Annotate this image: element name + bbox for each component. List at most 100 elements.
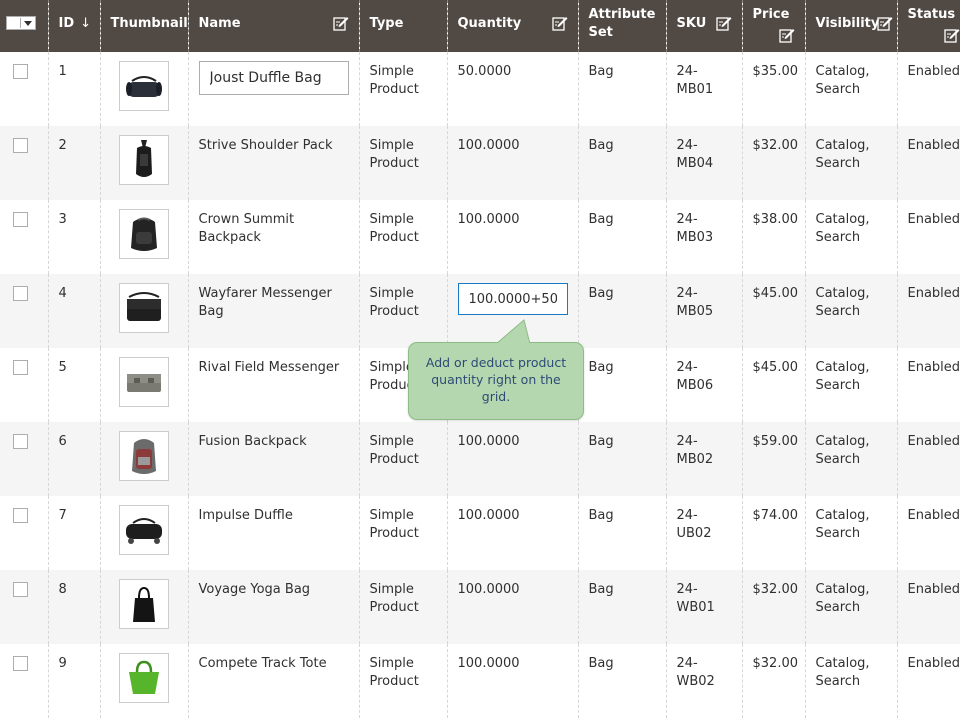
- column-header-name[interactable]: Name: [187, 0, 359, 52]
- type-cell: Simple Product: [358, 52, 447, 126]
- row-checkbox[interactable]: [13, 434, 28, 449]
- row-select-cell: [0, 274, 48, 348]
- quantity-cell: 100.0000: [446, 126, 578, 200]
- name-cell[interactable]: Compete Track Tote: [187, 644, 359, 718]
- edit-icon[interactable]: [944, 27, 960, 43]
- price-cell: $74.00: [741, 496, 805, 570]
- row-checkbox[interactable]: [13, 656, 28, 671]
- row-checkbox[interactable]: [13, 360, 28, 375]
- column-header-status[interactable]: Status: [896, 0, 960, 52]
- price-cell: $38.00: [741, 200, 805, 274]
- column-header-thumbnail[interactable]: Thumbnail: [99, 0, 188, 52]
- field-messenger-icon[interactable]: [118, 357, 169, 407]
- sort-descending-icon: ↓: [80, 16, 92, 31]
- visibility-line1: Catalog,: [815, 360, 870, 375]
- mass-select-dropdown[interactable]: [6, 16, 36, 30]
- status-cell: Enabled: [896, 644, 960, 718]
- visibility-line2: Search: [815, 599, 861, 615]
- shoulder-pack-icon[interactable]: [118, 135, 169, 185]
- attribute-set-cell: Bag: [577, 348, 666, 422]
- price-cell: $59.00: [741, 422, 805, 496]
- visibility-line1: Catalog,: [815, 656, 870, 671]
- column-label-attribute-set-line1: Attribute: [588, 7, 656, 22]
- table-row[interactable]: 2 Strive Shoulder Pack Simple Product 100…: [0, 126, 960, 200]
- tote-bag-icon[interactable]: [118, 579, 169, 629]
- visibility-line1: Catalog,: [815, 138, 870, 153]
- attribute-set-cell: Bag: [577, 644, 666, 718]
- id-cell: 9: [47, 644, 100, 718]
- row-select-cell: [0, 496, 48, 570]
- visibility-line1: Catalog,: [815, 286, 870, 301]
- edit-icon[interactable]: [715, 15, 732, 31]
- thumbnail-cell: [99, 274, 188, 348]
- column-header-visibility[interactable]: Visibility: [804, 0, 897, 52]
- visibility-line1: Catalog,: [815, 212, 870, 227]
- column-label-quantity: Quantity: [457, 16, 522, 31]
- name-cell[interactable]: Voyage Yoga Bag: [187, 570, 359, 644]
- visibility-line1: Catalog,: [815, 508, 870, 523]
- column-header-quantity[interactable]: Quantity: [446, 0, 578, 52]
- edit-icon[interactable]: [551, 15, 568, 31]
- messenger-bag-icon[interactable]: [118, 283, 169, 333]
- row-checkbox[interactable]: [13, 508, 28, 523]
- row-checkbox[interactable]: [13, 138, 28, 153]
- row-checkbox[interactable]: [13, 64, 28, 79]
- table-row[interactable]: 3 Crown Summit Backpack Simple Product 10…: [0, 200, 960, 274]
- column-label-price: Price: [752, 7, 790, 22]
- mass-action-header: [0, 0, 48, 52]
- name-cell[interactable]: Strive Shoulder Pack: [187, 126, 359, 200]
- visibility-line2: Search: [815, 673, 861, 689]
- name-cell[interactable]: Impulse Duffle: [187, 496, 359, 570]
- column-header-sku[interactable]: SKU: [665, 0, 742, 52]
- column-label-sku: SKU: [676, 16, 707, 31]
- type-line1: Simple: [369, 138, 414, 153]
- rolling-duffle-icon[interactable]: [118, 505, 169, 555]
- thumbnail-cell: [99, 200, 188, 274]
- green-tote-icon[interactable]: [118, 653, 169, 703]
- type-cell: Simple Product: [358, 570, 447, 644]
- attribute-set-cell: Bag: [577, 274, 666, 348]
- visibility-cell: Catalog, Search: [804, 570, 897, 644]
- table-row[interactable]: 6 Fusion Backpack Simple Product 100.0000…: [0, 422, 960, 496]
- thumbnail-cell: [99, 126, 188, 200]
- column-header-type[interactable]: Type: [358, 0, 447, 52]
- column-header-id[interactable]: ID ↓: [47, 0, 100, 52]
- select-all-checkbox[interactable]: [8, 18, 21, 28]
- name-cell[interactable]: Crown Summit Backpack: [187, 200, 359, 274]
- type-line2: Product: [369, 599, 419, 615]
- row-checkbox[interactable]: [13, 286, 28, 301]
- name-line2: Bag: [198, 303, 224, 319]
- sku-cell: 24-UB02: [665, 496, 742, 570]
- name-inline-input[interactable]: [198, 61, 349, 95]
- tooltip-pointer: [494, 319, 534, 345]
- backpack-icon[interactable]: [118, 209, 169, 259]
- row-checkbox[interactable]: [13, 212, 28, 227]
- visibility-line2: Search: [815, 303, 861, 319]
- type-cell: Simple Product: [358, 200, 447, 274]
- table-row[interactable]: 8 Voyage Yoga Bag Simple Product 100.0000…: [0, 570, 960, 644]
- fusion-backpack-icon[interactable]: [118, 431, 169, 481]
- edit-icon[interactable]: [332, 15, 349, 31]
- table-row[interactable]: 9 Compete Track Tote Simple Product 100.0…: [0, 644, 960, 718]
- column-header-attribute-set[interactable]: Attribute Set: [577, 0, 666, 52]
- row-checkbox[interactable]: [13, 582, 28, 597]
- name-cell[interactable]: Rival Field Messenger: [187, 348, 359, 422]
- sku-cell: 24-MB01: [665, 52, 742, 126]
- edit-icon[interactable]: [876, 15, 893, 31]
- type-line2: Product: [369, 451, 419, 467]
- price-cell: $32.00: [741, 644, 805, 718]
- name-cell[interactable]: Fusion Backpack: [187, 422, 359, 496]
- name-cell[interactable]: Wayfarer Messenger Bag: [187, 274, 359, 348]
- column-header-price[interactable]: Price: [741, 0, 805, 52]
- table-row[interactable]: 4 Wayfarer Messenger Bag Simple Product Ba…: [0, 274, 960, 348]
- table-row[interactable]: 1 Simple Product 50.0000 Bag 24-MB01 $35.…: [0, 52, 960, 126]
- quantity-cell: 100.0000: [446, 644, 578, 718]
- grid-header-row: ID ↓ Thumbnail Name Type Quantity Attribu…: [0, 0, 960, 52]
- quantity-help-tooltip: Add or deduct product quantity right on …: [408, 319, 584, 420]
- quantity-inline-input[interactable]: [457, 283, 568, 315]
- table-row[interactable]: 7 Impulse Duffle Simple Product 100.0000 …: [0, 496, 960, 570]
- visibility-line2: Search: [815, 155, 861, 171]
- duffle-bag-icon[interactable]: [118, 61, 169, 111]
- edit-icon[interactable]: [778, 27, 795, 43]
- type-line1: Simple: [369, 656, 414, 671]
